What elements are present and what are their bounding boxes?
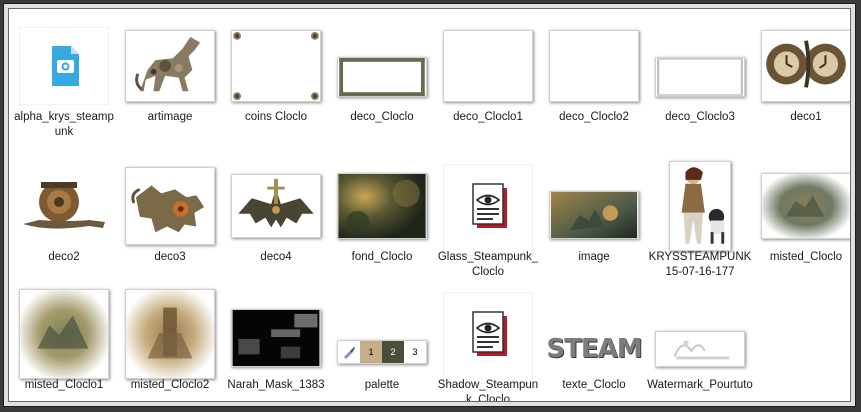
swatch-2: 2 xyxy=(382,341,404,363)
watermark-thumbnail xyxy=(655,293,745,375)
file-item[interactable]: Shadow_Steampunk_Cloclo xyxy=(435,277,541,402)
file-name: misted_Cloclo xyxy=(769,251,843,263)
file-name: deco_Cloclo2 xyxy=(559,111,629,123)
blank-thumbnail xyxy=(549,25,639,107)
file-item[interactable]: deco_Cloclo1 xyxy=(435,9,541,149)
file-item[interactable]: alpha_krys_steampunk xyxy=(11,9,117,149)
frame-thumbnail xyxy=(337,25,427,107)
corners-thumbnail xyxy=(231,25,321,107)
file-name: alpha_krys_steampunk xyxy=(14,111,114,138)
palette-swatches: 1 2 3 xyxy=(337,340,427,364)
frame-thumbnail xyxy=(655,25,745,107)
file-name: deco_Cloclo1 xyxy=(453,111,523,123)
file-name: misted_Cloclo1 xyxy=(24,379,104,391)
file-name: Watermark_Pourtuto xyxy=(647,379,753,391)
file-item[interactable]: 1 2 3 palette xyxy=(329,277,435,401)
bat-thumbnail xyxy=(231,165,321,247)
file-item[interactable]: misted_Cloclo xyxy=(753,149,850,289)
file-name: deco3 xyxy=(154,251,186,263)
file-name: KRYSSTEAMPUNK15-07-16-177 xyxy=(648,251,752,278)
misted-thumbnail xyxy=(761,165,850,247)
file-name: misted_Cloclo2 xyxy=(130,379,210,391)
file-name: image xyxy=(578,251,610,263)
file-item[interactable]: fond_Cloclo xyxy=(329,149,435,289)
woman-thumbnail xyxy=(655,161,745,251)
file-name: fond_Cloclo xyxy=(351,251,413,263)
file-name: deco_Cloclo xyxy=(350,111,414,123)
file-item[interactable]: artimage xyxy=(117,9,223,149)
file-item[interactable]: deco_Cloclo3 xyxy=(647,9,753,149)
file-item[interactable]: deco4 xyxy=(223,149,329,289)
file-name: Glass_Steampunk_Cloclo xyxy=(437,251,539,278)
file-item[interactable]: Narah_Mask_1383 xyxy=(223,277,329,401)
clocks-thumbnail xyxy=(761,25,850,107)
blank-thumbnail xyxy=(443,25,533,107)
eye-file-icon xyxy=(443,292,533,384)
file-item[interactable]: misted_Cloclo1 xyxy=(11,277,117,401)
file-name: texte_Cloclo xyxy=(562,379,626,391)
file-item[interactable]: deco3 xyxy=(117,149,223,289)
file-item[interactable]: deco2 xyxy=(11,149,117,289)
misted-thumbnail xyxy=(19,289,109,379)
file-name: deco_Cloclo3 xyxy=(665,111,735,123)
file-item[interactable]: STEAM texte_Cloclo xyxy=(541,277,647,401)
file-name: Shadow_Steampunk_Cloclo xyxy=(437,379,539,402)
steam-text-thumbnail: STEAM xyxy=(546,293,643,375)
file-item[interactable]: misted_Cloclo2 xyxy=(117,277,223,401)
file-item[interactable]: deco1 xyxy=(753,9,850,149)
image-file-icon xyxy=(19,25,109,107)
window-frame: alpha_krys_steampunk artimage coins Cloc… xyxy=(3,3,856,407)
file-item[interactable]: Glass_Steampunk_Cloclo xyxy=(435,149,541,289)
file-name: deco1 xyxy=(790,111,822,123)
steam-text: STEAM xyxy=(546,334,642,364)
eye-file-icon xyxy=(443,164,533,256)
file-list-pane[interactable]: alpha_krys_steampunk artimage coins Cloc… xyxy=(8,8,851,402)
swatch-1: 1 xyxy=(360,341,382,363)
file-name: artimage xyxy=(147,111,193,123)
swatch-3: 3 xyxy=(404,341,426,363)
file-name: Narah_Mask_1383 xyxy=(227,379,325,391)
blur-thumbnail xyxy=(337,165,427,247)
file-name: coins Cloclo xyxy=(245,111,307,123)
file-item[interactable]: image xyxy=(541,149,647,289)
file-name: deco2 xyxy=(48,251,80,263)
dragon-thumbnail xyxy=(125,165,215,247)
misted-thumbnail xyxy=(125,289,215,379)
scene-thumbnail xyxy=(549,165,639,247)
palette-thumbnail: 1 2 3 xyxy=(337,293,427,375)
file-name: deco4 xyxy=(260,251,292,263)
brush-icon xyxy=(338,341,360,363)
snail-thumbnail xyxy=(19,165,109,247)
horse-thumbnail xyxy=(125,25,215,107)
file-item[interactable]: Watermark_Pourtuto xyxy=(647,277,753,401)
file-item[interactable]: KRYSSTEAMPUNK15-07-16-177 xyxy=(647,149,753,289)
file-item[interactable]: coins Cloclo xyxy=(223,9,329,149)
mask-thumbnail xyxy=(231,293,321,375)
file-item[interactable]: deco_Cloclo2 xyxy=(541,9,647,149)
file-item[interactable]: deco_Cloclo xyxy=(329,9,435,149)
file-name: palette xyxy=(364,379,400,391)
